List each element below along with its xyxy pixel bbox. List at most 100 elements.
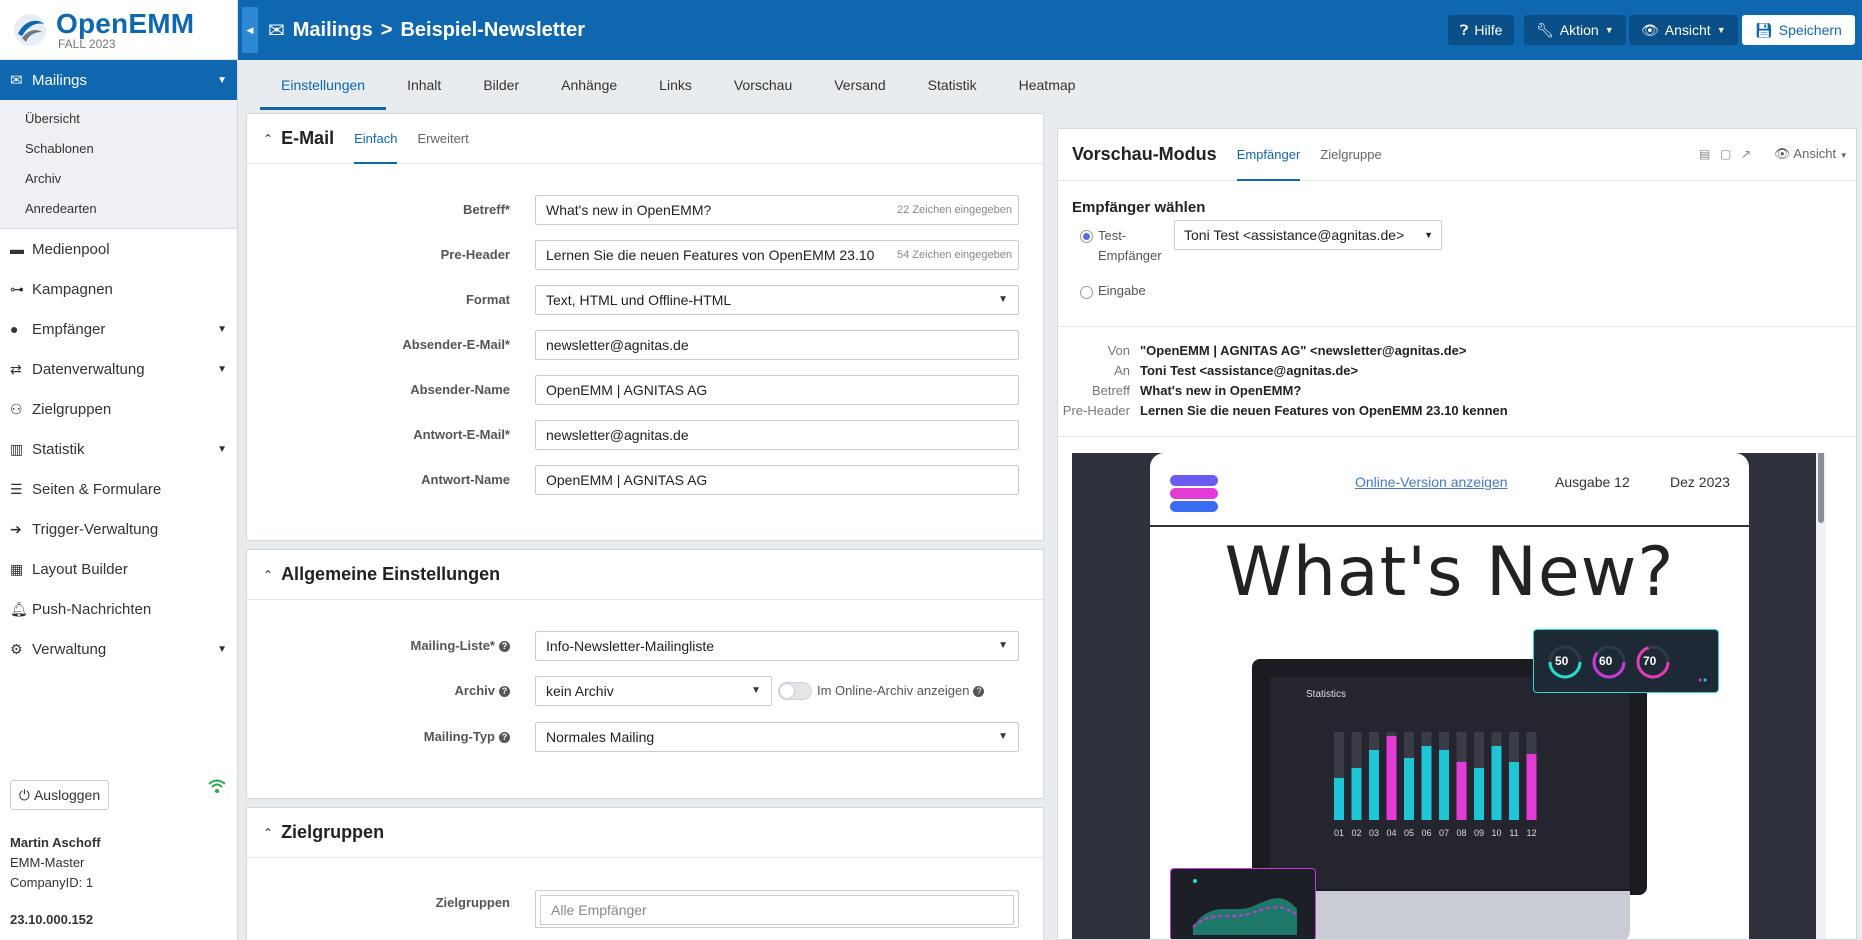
- sidebar-item-seiten-formulare[interactable]: ☰ Seiten & Formulare: [0, 469, 237, 509]
- bar-label-04: 04: [1386, 828, 1396, 838]
- eye-icon: 👁︎: [1641, 21, 1659, 38]
- help-circle-icon[interactable]: ?: [499, 641, 510, 652]
- sender-name-row: Absender-Name OpenEMM | AGNITAS AG: [247, 375, 1043, 405]
- tab-heatmap[interactable]: Heatmap: [998, 60, 1097, 110]
- help-circle-icon[interactable]: ?: [499, 732, 510, 743]
- mailing-list-row: Mailing-Liste*? Info-Newsletter-Mailingl…: [247, 631, 1043, 661]
- preview-panel: Vorschau-Modus Empfänger Zielgruppe ▤ ▢ …: [1057, 128, 1857, 940]
- input-radio[interactable]: [1080, 286, 1093, 299]
- tab-einfach[interactable]: Einfach: [354, 114, 398, 164]
- sidebar-item-empfaenger[interactable]: ● Empfänger ▼: [0, 309, 237, 349]
- scrollbar-thumb[interactable]: [1818, 453, 1824, 523]
- newsletter-headline: What's New?: [1224, 533, 1675, 612]
- reply-name-input[interactable]: OpenEMM | AGNITAS AG: [535, 465, 1019, 495]
- sidebar-item-label: Mailings: [32, 71, 88, 89]
- sidebar-item-mailings[interactable]: ✉ Mailings ▼: [0, 60, 237, 100]
- brand-name: OpenEMM: [56, 7, 195, 39]
- user-icon: ●: [10, 321, 19, 337]
- folder-icon: ▬: [10, 241, 24, 257]
- online-archive-label-text: Im Online-Archiv anzeigen: [817, 683, 970, 698]
- chevron-up-icon[interactable]: ⌃: [263, 826, 273, 840]
- preview-title: Vorschau-Modus: [1072, 144, 1217, 164]
- chevron-up-icon[interactable]: ⌃: [263, 132, 273, 146]
- bar-label-08: 08: [1456, 828, 1466, 838]
- target-groups-input[interactable]: Alle Empfänger: [535, 890, 1019, 928]
- tab-anhaenge[interactable]: Anhänge: [540, 60, 638, 110]
- sidebar-item-push-nachrichten[interactable]: 🔔︎ Push-Nachrichten: [0, 589, 237, 629]
- tab-links[interactable]: Links: [638, 60, 713, 110]
- test-recipient-radio[interactable]: [1080, 230, 1093, 243]
- pdf-icon[interactable]: ▤: [1699, 147, 1710, 161]
- sender-email-input[interactable]: newsletter@agnitas.de: [535, 330, 1019, 360]
- from-label: Von: [1107, 343, 1130, 358]
- breadcrumb-separator: >: [380, 18, 393, 41]
- tab-einstellungen[interactable]: Einstellungen: [260, 60, 387, 110]
- logo[interactable]: OpenEMM FALL 2023: [0, 0, 237, 60]
- bar-label-12: 12: [1526, 828, 1536, 838]
- sidebar-item-medienpool[interactable]: ▬ Medienpool: [0, 229, 237, 269]
- online-version-link[interactable]: Online-Version anzeigen: [1355, 474, 1508, 490]
- power-icon: ⏻: [18, 786, 30, 803]
- caret-down-icon: ▼: [998, 294, 1008, 305]
- sidebar-item-verwaltung[interactable]: ⚙ Verwaltung ▼: [0, 629, 237, 669]
- format-select[interactable]: Text, HTML und Offline-HTML ▼: [535, 285, 1019, 315]
- caret-down-icon: ▼: [751, 685, 761, 696]
- tab-zielgruppe[interactable]: Zielgruppe: [1320, 129, 1381, 181]
- tab-empfaenger[interactable]: Empfänger: [1236, 129, 1301, 181]
- tab-erweitert[interactable]: Erweitert: [417, 114, 468, 164]
- breadcrumb-section[interactable]: Mailings: [293, 19, 373, 42]
- preview-scrollbar[interactable]: [1816, 453, 1826, 939]
- subnav-item-overview[interactable]: Übersicht: [0, 104, 237, 134]
- reply-email-input[interactable]: newsletter@agnitas.de: [535, 420, 1019, 450]
- caret-down-icon: ▼: [217, 363, 227, 375]
- online-archive-toggle[interactable]: [778, 682, 812, 700]
- sidebar-item-zielgruppen[interactable]: ⚇ Zielgruppen: [0, 389, 237, 429]
- caret-down-icon: ▼: [1716, 25, 1726, 35]
- save-button[interactable]: 💾︎ Speichern: [1742, 15, 1855, 45]
- sidebar-item-datenverwaltung[interactable]: ⇄ Datenverwaltung ▼: [0, 349, 237, 389]
- sidebar-item-label: Medienpool: [32, 240, 110, 258]
- mailing-type-select[interactable]: Normales Mailing ▼: [535, 722, 1019, 752]
- preview-view-dropdown[interactable]: 👁︎ Ansicht ▼: [1774, 146, 1848, 162]
- subnav-item-salutations[interactable]: Anredearten: [0, 194, 237, 224]
- chevron-up-icon[interactable]: ⌃: [263, 568, 273, 582]
- collapse-sidebar-button[interactable]: ◀: [242, 7, 258, 53]
- share-icon[interactable]: ↗: [1741, 147, 1751, 161]
- sender-name-input[interactable]: OpenEMM | AGNITAS AG: [535, 375, 1019, 405]
- archive-select[interactable]: kein Archiv ▼: [535, 676, 772, 706]
- action-button[interactable]: 🔧︎ Aktion ▼: [1524, 15, 1626, 45]
- tab-bilder[interactable]: Bilder: [462, 60, 540, 110]
- sidebar-item-statistik[interactable]: ▥ Statistik ▼: [0, 429, 237, 469]
- tab-vorschau[interactable]: Vorschau: [713, 60, 813, 110]
- subnav-item-templates[interactable]: Schablonen: [0, 134, 237, 164]
- mailings-subnav: Übersicht Schablonen Archiv Anredearten: [0, 100, 237, 229]
- brand-release: FALL 2023: [58, 36, 116, 51]
- sidebar-item-layout-builder[interactable]: ▦ Layout Builder: [0, 549, 237, 589]
- tab-versand[interactable]: Versand: [813, 60, 906, 110]
- help-circle-icon[interactable]: ?: [499, 686, 510, 697]
- tab-statistik[interactable]: Statistik: [907, 60, 998, 110]
- subject-value: What's new in OpenEMM?: [1140, 383, 1302, 398]
- help-button[interactable]: ❓︎ Hilfe: [1448, 15, 1515, 45]
- subject-input[interactable]: What's new in OpenEMM? 22 Zeichen eingeg…: [535, 195, 1019, 225]
- eye-icon: 👁︎: [1774, 146, 1791, 161]
- bar-label-10: 10: [1491, 828, 1501, 838]
- panel-title: Allgemeine Einstellungen: [281, 564, 501, 584]
- subnav-item-archive[interactable]: Archiv: [0, 164, 237, 194]
- recipient-select[interactable]: Toni Test <assistance@agnitas.de> ▼: [1174, 220, 1442, 250]
- sidebar-item-trigger-verwaltung[interactable]: ➔ Trigger-Verwaltung: [0, 509, 237, 549]
- newsletter-divider: [1150, 525, 1749, 527]
- input-radio-label: Eingabe: [1098, 283, 1146, 298]
- mailing-list-select[interactable]: Info-Newsletter-Mailingliste ▼: [535, 631, 1019, 661]
- logout-button[interactable]: ⏻ Ausloggen: [10, 780, 109, 810]
- sidebar-item-kampagnen[interactable]: ⊶ Kampagnen: [0, 269, 237, 309]
- tab-inhalt[interactable]: Inhalt: [386, 60, 462, 110]
- target-groups-row: Zielgruppen Alle Empfänger: [247, 890, 1043, 928]
- preheader-input[interactable]: Lernen Sie die neuen Features von OpenEM…: [535, 240, 1019, 270]
- help-circle-icon[interactable]: ?: [973, 686, 985, 697]
- document-icon[interactable]: ▢: [1720, 147, 1731, 161]
- general-settings-panel: ⌃ Allgemeine Einstellungen Mailing-Liste…: [246, 549, 1044, 799]
- caret-down-icon: ▼: [998, 731, 1008, 742]
- preheader-row: Pre-Header Lernen Sie die neuen Features…: [247, 240, 1043, 270]
- view-button[interactable]: 👁︎ Ansicht ▼: [1629, 15, 1738, 45]
